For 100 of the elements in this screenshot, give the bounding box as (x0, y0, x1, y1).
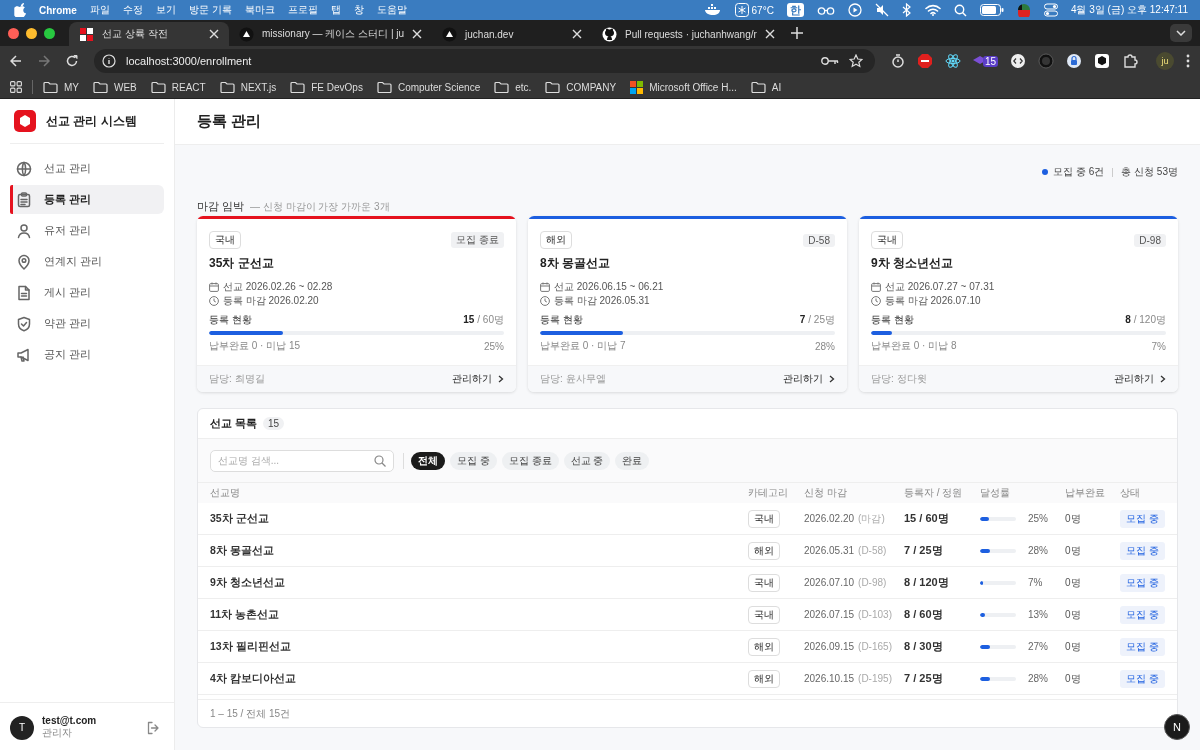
stopwatch-icon[interactable] (890, 54, 905, 68)
close-window-button[interactable] (8, 27, 19, 39)
user-email: test@t.com (42, 715, 98, 726)
apple-icon[interactable] (14, 3, 26, 17)
bookmark[interactable]: Microsoft Office H... (630, 80, 737, 94)
browser-tab[interactable]: Pull requests · juchanhwang/r (592, 22, 785, 46)
code-circle-icon[interactable] (1010, 53, 1026, 69)
table-row[interactable]: 4차 캄보디아선교 해외 2026.10.15 (D-195) 7 / 25명 28% 0명 모집 중 (198, 663, 1177, 695)
address-bar[interactable]: localhost:3000/enrollment (94, 49, 875, 73)
table-row[interactable]: 35차 군선교 국내 2026.02.20 (마감) 15 / 60명 25% 0명 모집 중 (198, 503, 1177, 535)
bluetooth-icon[interactable] (901, 3, 912, 17)
new-tab-icon[interactable] (790, 27, 803, 39)
menu-item[interactable]: 북마크 (244, 3, 275, 17)
temperature-status[interactable]: 67°C (734, 3, 774, 17)
control-center-icon[interactable] (1043, 3, 1058, 17)
brand-name: 선교 관리 시스템 (46, 112, 137, 130)
atom-icon[interactable] (944, 53, 961, 69)
tab-search-button[interactable] (1170, 24, 1192, 42)
table-row[interactable]: 13차 필리핀선교 해외 2026.09.15 (D-165) 8 / 30명 27% 0명 모집 중 (198, 631, 1177, 663)
table-cell-text: 0명 (1065, 511, 1082, 526)
dev-indicator-button[interactable]: N (1164, 714, 1190, 740)
filter-chip[interactable]: 완료 (615, 451, 650, 470)
nav-item[interactable]: 공지 관리 (10, 340, 164, 369)
profile-button[interactable]: ju (1156, 52, 1174, 70)
mute-icon[interactable] (874, 3, 889, 17)
search-field[interactable]: 선교명 검색... (210, 449, 394, 472)
close-icon[interactable] (764, 29, 775, 39)
stop-sign-icon[interactable] (916, 53, 933, 69)
d-day-text: (마감) (858, 511, 885, 526)
close-icon[interactable] (572, 29, 583, 39)
cube-icon[interactable] (1094, 53, 1110, 69)
apps-grid-icon[interactable] (10, 81, 22, 93)
bookmark[interactable]: WEB (93, 81, 137, 93)
battery-icon[interactable] (979, 4, 1004, 16)
reload-icon[interactable] (66, 55, 78, 67)
clock[interactable]: 4월 3일 (금) 오후 12:47:11 (1070, 3, 1188, 17)
close-icon[interactable] (209, 29, 219, 39)
bookmark[interactable]: Computer Science (376, 81, 481, 93)
manage-link[interactable]: 관리하기 (1114, 372, 1166, 386)
key-icon[interactable] (820, 56, 839, 66)
info-icon[interactable] (102, 54, 116, 68)
bookmark[interactable]: REACT (150, 81, 206, 93)
minimize-window-button[interactable] (26, 27, 37, 39)
bookmark[interactable]: FE DevOps (290, 81, 363, 93)
puzzle-icon[interactable] (1122, 53, 1138, 69)
filter-chip[interactable]: 선교 중 (563, 451, 611, 470)
table-row[interactable]: 11차 농촌선교 국내 2026.07.15 (D-103) 8 / 60명 13% 0명 모집 중 (198, 599, 1177, 631)
nav-item[interactable]: 유저 관리 (10, 216, 164, 245)
app-menu[interactable]: Chrome (39, 4, 77, 16)
table-cell: 2026.07.10 (804, 577, 855, 588)
flag-icon[interactable] (1016, 3, 1031, 17)
menu-item[interactable]: 탭 (330, 3, 341, 17)
menu-item[interactable]: 파일 (89, 3, 110, 17)
more-icon[interactable] (1186, 54, 1190, 68)
logout-icon[interactable] (146, 720, 160, 735)
star-icon[interactable] (848, 54, 863, 68)
bookmark[interactable]: etc. (494, 81, 532, 93)
menu-item[interactable]: 보기 (155, 3, 176, 17)
menu-item[interactable]: 방문 기록 (188, 3, 232, 17)
nav-item[interactable]: 선교 관리 (10, 154, 164, 183)
browser-tab[interactable]: 선교 상륙 작전 (69, 22, 229, 46)
wifi-icon[interactable] (924, 4, 941, 16)
play-icon[interactable] (847, 3, 862, 17)
lock-circle-icon[interactable] (1066, 53, 1082, 69)
nav-item[interactable]: 약관 관리 (10, 309, 164, 338)
nav-item[interactable]: 등록 관리 (10, 185, 164, 214)
bookmark[interactable]: COMPANY (545, 81, 617, 93)
search-icon[interactable] (953, 3, 967, 17)
input-method-indicator[interactable]: 한 (786, 3, 804, 17)
clipboard-icon (16, 191, 32, 208)
menu-item[interactable]: 수정 (122, 3, 143, 17)
nav-item[interactable]: 연계지 관리 (10, 247, 164, 276)
status-badge: 모집 중 (1120, 637, 1165, 656)
menu-item[interactable]: 프로필 (287, 3, 318, 17)
bookmark[interactable]: AI (750, 81, 782, 93)
whale-icon[interactable] (703, 4, 722, 16)
panel-title: 선교 목록 (210, 416, 258, 431)
manager-name: 담당: 최명길 (209, 372, 265, 386)
manage-link[interactable]: 관리하기 (783, 372, 835, 386)
browser-tab[interactable]: missionary — 케이스 스터디 | ju (229, 22, 433, 46)
bookmark[interactable]: MY (43, 81, 79, 93)
close-icon[interactable] (412, 29, 423, 39)
nav-item[interactable]: 게시 관리 (10, 278, 164, 307)
bookmark[interactable]: NEXT.js (219, 81, 277, 93)
browser-tab[interactable]: juchan.dev (432, 22, 593, 46)
manage-link[interactable]: 관리하기 (452, 372, 504, 386)
filter-chip[interactable]: 전체 (411, 451, 445, 470)
glasses-icon[interactable] (816, 5, 835, 15)
filter-chip[interactable]: 모집 중 (450, 451, 497, 470)
status-badge: D-58 (803, 233, 835, 247)
status-badge: D-98 (1134, 233, 1166, 247)
filter-chip[interactable]: 모집 종료 (501, 451, 559, 470)
back-icon[interactable] (10, 55, 22, 67)
table-row[interactable]: 8차 몽골선교 해외 2026.05.31 (D-58) 7 / 25명 28% 0명 모집 중 (198, 535, 1177, 567)
percent-text: 27% (1028, 641, 1048, 652)
table-row[interactable]: 9차 청소년선교 국내 2026.07.10 (D-98) 8 / 120명 7% 0명 모집 중 (198, 567, 1177, 599)
menu-item[interactable]: 창 (353, 3, 364, 17)
menu-item[interactable]: 도움말 (376, 3, 407, 17)
forward-icon[interactable] (38, 55, 50, 67)
zoom-window-button[interactable] (44, 27, 55, 39)
